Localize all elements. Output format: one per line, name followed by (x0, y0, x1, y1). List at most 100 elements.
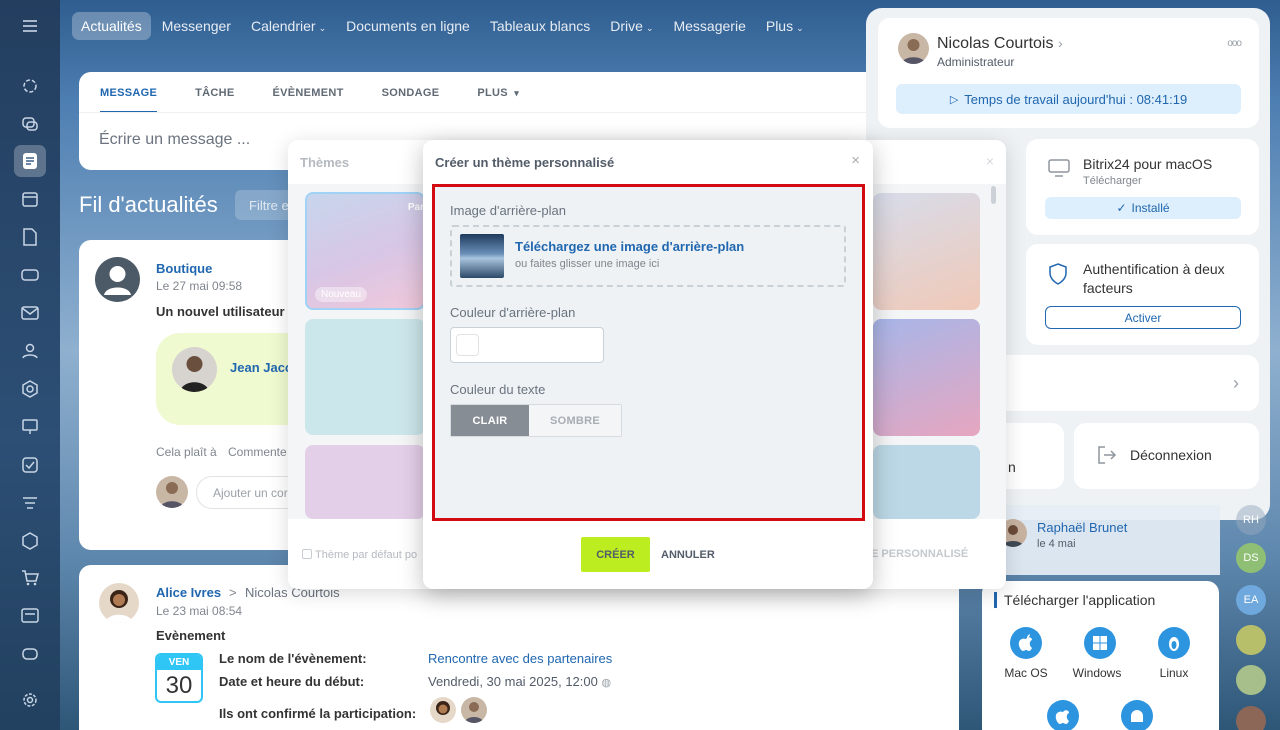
activity-name[interactable]: Raphaël Brunet (1037, 520, 1127, 535)
nav-tab-6[interactable]: Messagerie (664, 12, 754, 40)
avatar[interactable] (99, 583, 139, 623)
app-macos[interactable]: Mac OS (1004, 627, 1048, 680)
documents-icon[interactable] (14, 221, 46, 253)
logout-button[interactable]: Déconnexion (1074, 423, 1259, 489)
theme-tile[interactable] (305, 319, 425, 435)
shop-icon[interactable] (14, 562, 46, 594)
close-icon[interactable]: × (986, 153, 994, 169)
bg-color-picker[interactable] (450, 327, 604, 363)
event-name-value[interactable]: Rencontre avec des partenaires (428, 651, 612, 666)
comment-link[interactable]: Commente (228, 445, 287, 459)
tab-task[interactable]: TÂCHE (195, 87, 234, 113)
nav-tab-4[interactable]: Tableaux blancs (481, 12, 599, 40)
post-type: Evènement (156, 628, 226, 643)
post-author[interactable]: Alice Ivres (156, 585, 221, 600)
crm-icon[interactable] (14, 373, 46, 405)
globe-icon: ◍ (601, 677, 612, 689)
employees-icon[interactable] (14, 335, 46, 367)
nav-tab-5[interactable]: Drive ⌄ (601, 12, 662, 40)
nav-tab-3[interactable]: Documents en ligne (337, 12, 479, 40)
app-linux[interactable]: Linux (1152, 627, 1196, 680)
color-swatch[interactable] (456, 334, 479, 356)
check-icon: ✓ (1116, 201, 1127, 215)
tasks-icon[interactable] (14, 449, 46, 481)
two-factor-title: Authentification à deux facteurs (1083, 261, 1225, 296)
profile-name[interactable]: Nicolas Courtois › (937, 35, 1063, 53)
theme-tile[interactable] (873, 319, 980, 436)
macos-download[interactable]: Télécharger (1083, 175, 1142, 187)
drive-icon[interactable] (14, 259, 46, 291)
dark-option[interactable]: SOMBRE (529, 405, 621, 436)
nav-tab-label: Drive (610, 18, 643, 34)
sites-icon[interactable] (14, 411, 46, 443)
create-button[interactable]: CRÉER (581, 537, 650, 572)
theme-tile[interactable] (305, 445, 425, 519)
activity-date: le 4 mai (1037, 538, 1076, 550)
image-dropzone[interactable]: Téléchargez une image d'arrière-plan ou … (450, 225, 846, 287)
themes-title: Thèmes (300, 155, 350, 170)
mail-icon[interactable] (14, 297, 46, 329)
calendar-icon[interactable] (14, 183, 46, 215)
like-link[interactable]: Cela plaît à (156, 445, 217, 459)
user-avatar[interactable] (172, 347, 217, 392)
work-time-button[interactable]: ▷ Temps de travail aujourd'hui : 08:41:19 (896, 84, 1241, 114)
theme-tile[interactable] (873, 193, 980, 310)
light-option[interactable]: CLAIR (451, 405, 529, 436)
new-badge: Nouveau (315, 287, 368, 302)
nav-tab-label: Documents en ligne (346, 18, 470, 34)
side-avatar[interactable]: EA (1236, 585, 1266, 615)
theme-tile[interactable] (873, 445, 980, 519)
side-avatar[interactable]: DS (1236, 543, 1266, 573)
new-user-card: Jean Jaco (156, 333, 296, 425)
message-input[interactable]: Écrire un message ... (99, 131, 250, 149)
create-custom-theme-button[interactable]: E PERSONNALISÉ (871, 548, 968, 560)
nav-tab-0[interactable]: Actualités (72, 12, 151, 40)
chat-icon[interactable] (14, 108, 46, 140)
activate-button[interactable]: Activer (1045, 306, 1241, 329)
contact-center-icon[interactable] (14, 600, 46, 632)
upload-link[interactable]: Téléchargez une image d'arrière-plan (515, 239, 744, 254)
nav-tab-1[interactable]: Messenger (153, 12, 240, 40)
automation-icon[interactable] (14, 487, 46, 519)
linux-icon (1158, 627, 1190, 659)
nav-tab-7[interactable]: Plus ⌄ (757, 12, 813, 40)
chevron-right-icon: › (1233, 373, 1239, 393)
installed-button[interactable]: ✓ Installé (1045, 197, 1241, 219)
avatar[interactable] (1236, 706, 1266, 730)
scrollbar[interactable] (991, 186, 996, 204)
side-avatar[interactable]: RH (1236, 505, 1266, 535)
accent-bar (994, 592, 997, 608)
tab-more[interactable]: PLUS ▾ (477, 87, 519, 113)
tab-event[interactable]: ÉVÈNEMENT (273, 87, 344, 113)
avatar[interactable] (95, 257, 140, 302)
profile-avatar[interactable] (898, 33, 929, 64)
composer-tabs: MESSAGE TÂCHE ÉVÈNEMENT SONDAGE PLUS ▾ (100, 87, 519, 113)
menu-icon[interactable] (14, 10, 46, 42)
more-options-row[interactable]: › (966, 355, 1259, 411)
app-windows[interactable]: Windows (1073, 627, 1122, 680)
attendee-avatar[interactable] (461, 697, 487, 723)
android-icon[interactable] (1121, 700, 1153, 730)
more-icon[interactable]: ooo (1227, 38, 1242, 49)
attendee-avatar[interactable] (430, 697, 456, 723)
copilot-icon[interactable] (14, 70, 46, 102)
tab-poll[interactable]: SONDAGE (382, 87, 440, 113)
new-user-name[interactable]: Jean Jaco (230, 360, 293, 375)
contact-icon[interactable] (1236, 665, 1266, 695)
theme-tile-new[interactable]: Par Nouveau (305, 192, 425, 310)
divider (79, 112, 899, 113)
tab-message[interactable]: MESSAGE (100, 87, 158, 113)
default-theme-checkbox[interactable]: Thème par défaut po (302, 549, 417, 561)
close-icon[interactable]: × (851, 152, 860, 169)
settings-icon[interactable] (14, 684, 46, 716)
post-author[interactable]: Boutique (156, 261, 212, 276)
logout-icon (1098, 446, 1117, 464)
apple-icon[interactable] (1047, 700, 1079, 730)
nav-tab-label: Actualités (81, 18, 142, 34)
inventory-icon[interactable] (14, 525, 46, 557)
market-icon[interactable] (14, 637, 46, 669)
nav-tab-2[interactable]: Calendrier ⌄ (242, 12, 335, 40)
news-feed-icon[interactable] (14, 145, 46, 177)
cancel-button[interactable]: ANNULER (661, 537, 715, 572)
bookmark-icon[interactable] (1236, 625, 1266, 655)
